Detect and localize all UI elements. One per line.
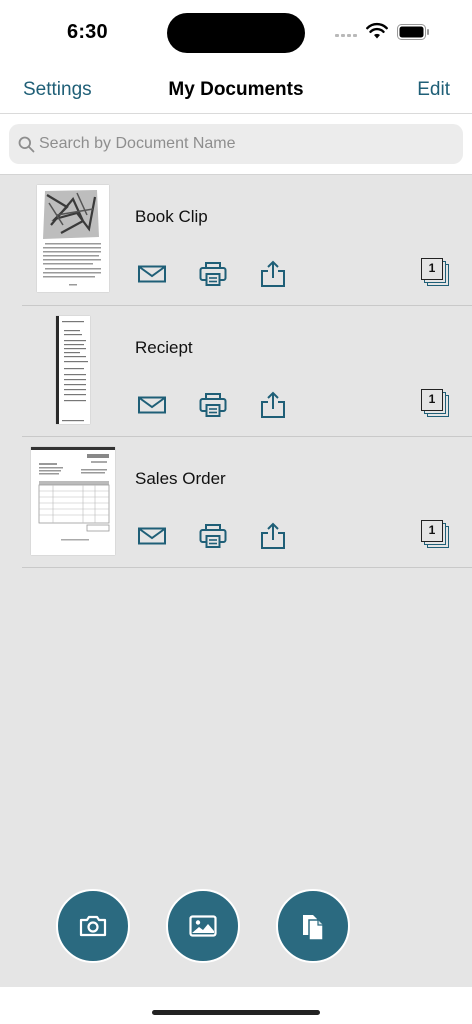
import-document-button[interactable] [276, 889, 350, 963]
page-count: 1 [428, 261, 436, 275]
mail-icon [138, 265, 166, 283]
page-count-badge[interactable]: 1 [421, 520, 453, 552]
import-photo-button[interactable] [166, 889, 240, 963]
print-icon [199, 524, 227, 548]
document-thumbnail[interactable] [56, 316, 90, 424]
share-button[interactable] [256, 259, 290, 289]
print-icon [199, 262, 227, 286]
email-button[interactable] [135, 390, 169, 420]
home-indicator[interactable] [152, 1010, 320, 1015]
document-row-reciept[interactable]: Reciept 1 [22, 306, 472, 437]
page-count-badge[interactable]: 1 [421, 389, 453, 421]
print-button[interactable] [196, 390, 230, 420]
print-button[interactable] [196, 521, 230, 551]
share-icon [261, 391, 285, 418]
share-button[interactable] [256, 521, 290, 551]
print-button[interactable] [196, 259, 230, 289]
share-button[interactable] [256, 390, 290, 420]
email-button[interactable] [135, 521, 169, 551]
search-input[interactable] [39, 124, 449, 164]
document-row-sales-order[interactable]: Sales Order 1 [22, 437, 472, 568]
home-indicator-bar [0, 987, 472, 1024]
search-bar [0, 114, 472, 175]
battery-icon [397, 24, 429, 40]
document-name: Reciept [135, 338, 193, 357]
document-row-book-clip[interactable]: Book Clip 1 [22, 175, 472, 306]
page-count-badge[interactable]: 1 [421, 258, 453, 290]
document-thumbnail[interactable] [31, 447, 115, 555]
search-icon [18, 136, 35, 153]
document-name: Sales Order [135, 469, 226, 488]
page-count: 1 [428, 392, 436, 406]
document-name: Book Clip [135, 207, 208, 226]
email-button[interactable] [135, 259, 169, 289]
scan-camera-button[interactable] [56, 889, 130, 963]
search-field-container[interactable] [9, 124, 463, 164]
settings-button[interactable]: Settings [23, 79, 92, 101]
edit-button[interactable]: Edit [417, 79, 450, 101]
navigation-bar: Settings My Documents Edit [0, 64, 472, 114]
mail-icon [138, 396, 166, 414]
status-bar: 6:30 [0, 0, 472, 64]
wifi-icon [366, 22, 388, 39]
status-time: 6:30 [67, 21, 108, 43]
page-count: 1 [428, 523, 436, 537]
camera-icon [79, 915, 107, 937]
document-list: Book Clip 1 Reciept 1 Sales Order 1 [0, 175, 472, 987]
document-thumbnail[interactable] [37, 185, 109, 292]
share-icon [261, 260, 285, 287]
dynamic-island [167, 13, 305, 53]
share-icon [261, 522, 285, 549]
document-import-icon [303, 915, 324, 941]
cellular-signal-icon [335, 34, 357, 37]
photo-library-icon [189, 915, 217, 937]
mail-icon [138, 527, 166, 545]
print-icon [199, 393, 227, 417]
